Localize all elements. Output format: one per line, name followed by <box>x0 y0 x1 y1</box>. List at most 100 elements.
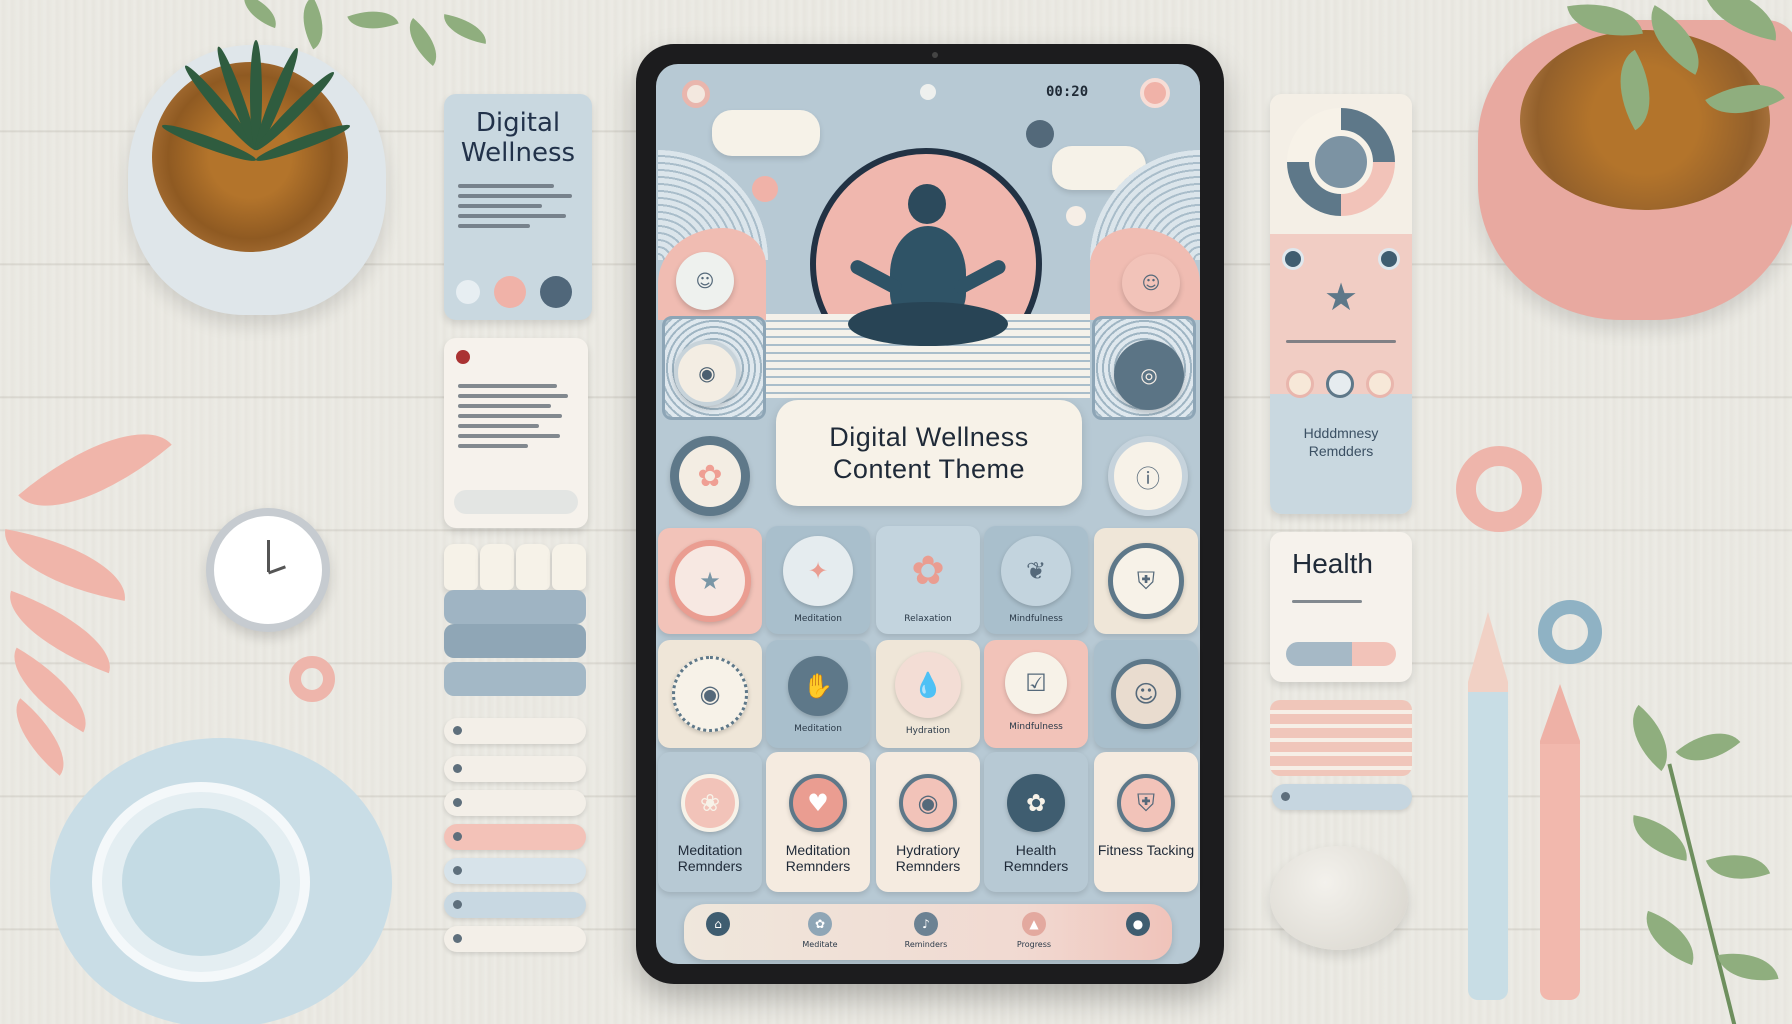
tile-label: Meditation <box>794 614 842 624</box>
right-list-pill[interactable] <box>1272 784 1412 810</box>
right-sprig <box>1600 700 1792 1024</box>
blue-pencil <box>1468 612 1508 1000</box>
list-pill-4[interactable] <box>444 824 586 850</box>
list-pill-3[interactable] <box>444 790 586 816</box>
shield-icon: ⛨ <box>1117 774 1175 832</box>
list-pill-2[interactable] <box>444 756 586 782</box>
status-left-icon <box>682 80 710 108</box>
nav-item-profile[interactable]: ● <box>1108 912 1168 940</box>
bell-icon: ♪ <box>914 912 938 936</box>
face-icon: ☺ <box>1111 659 1181 729</box>
meditation-figure <box>840 180 1016 350</box>
nav-item-progress[interactable]: ▲ Progress <box>1004 912 1064 949</box>
pink-pencil <box>1540 684 1580 1000</box>
nav-item-meditate[interactable]: ✿ Meditate <box>790 912 850 949</box>
hand-heart-icon: ♥ <box>789 774 847 832</box>
list-pill-7[interactable] <box>444 926 586 952</box>
tile-r1-3[interactable]: ✿ Relaxation <box>876 526 980 634</box>
flower-button[interactable]: ✿ <box>670 436 750 516</box>
reminder-mini-lines <box>1286 334 1396 349</box>
scene-badge-left[interactable]: ☺ <box>676 252 734 310</box>
lotus-icon: ✿ <box>808 912 832 936</box>
reminder-dot-1[interactable] <box>1286 370 1314 398</box>
pink-ring-large <box>1456 446 1542 532</box>
left-text-card <box>444 338 588 528</box>
reminder-dot-2[interactable] <box>1326 370 1354 398</box>
reminder-dot-3[interactable] <box>1366 370 1394 398</box>
list-pill-1[interactable] <box>444 718 586 744</box>
hero-title-card: Digital Wellness Content Theme <box>776 400 1082 506</box>
list-pill-5[interactable] <box>444 858 586 884</box>
tile-label: Mindfulness <box>1009 614 1063 624</box>
card-input-pill[interactable] <box>454 490 578 514</box>
wave-bar-1 <box>444 590 586 624</box>
pink-dot-button[interactable] <box>494 276 526 308</box>
star-icon: ★ <box>669 540 751 622</box>
tile-label: Meditation Remnders <box>677 842 743 874</box>
tile-r1-1[interactable]: ★ <box>658 528 762 634</box>
brand-title-line2: Wellness <box>460 138 576 168</box>
blue-ring <box>1538 600 1602 664</box>
tile-r3-4[interactable]: ✿ Health Remnders <box>984 752 1088 892</box>
chart-icon: ▲ <box>1022 912 1046 936</box>
pink-leaf-decor <box>0 398 172 800</box>
hero-title-line1: Digital Wellness <box>829 422 1029 452</box>
wave-bar-3 <box>444 662 586 696</box>
toggle-left-icon[interactable] <box>1282 248 1304 270</box>
tile-r2-5[interactable]: ☺ <box>1094 640 1198 748</box>
bottom-nav: ⌂ ✿ Meditate ♪ Reminders ▲ Progress ● <box>684 904 1172 960</box>
camera-button-left[interactable]: ◉ <box>674 340 740 406</box>
right-plant-leaves <box>1560 0 1792 160</box>
drop-icon: ◉ <box>899 774 957 832</box>
succulent-plant <box>159 40 353 190</box>
dial-icon[interactable] <box>1287 108 1395 216</box>
status-center-icon <box>920 84 936 100</box>
health-toggle-pill[interactable] <box>1286 642 1396 666</box>
swirl-icon[interactable] <box>456 280 480 304</box>
pink-ring-small <box>289 656 335 702</box>
tile-label: Meditation Remnders <box>785 842 851 874</box>
star-badge-icon: ★ <box>1323 275 1359 319</box>
tile-r1-2[interactable]: ✦ Meditation <box>766 526 870 634</box>
pebble <box>1270 846 1408 950</box>
star-icon: ✦ <box>783 536 853 606</box>
nav-label: Progress <box>1016 940 1052 949</box>
tile-r2-3[interactable]: 💧 Hydration <box>876 640 980 748</box>
stripe-stack <box>1270 700 1412 776</box>
tile-label: Fitness Tacking <box>1097 842 1195 858</box>
tile-r3-3[interactable]: ◉ Hydratiory Remnders <box>876 752 980 892</box>
list-pill-6[interactable] <box>444 892 586 918</box>
left-brand-card: Digital Wellness <box>444 94 592 320</box>
eye-icon[interactable] <box>540 276 572 308</box>
info-button[interactable]: ⓘ <box>1108 436 1188 516</box>
profile-icon: ● <box>1126 912 1150 936</box>
tile-label: Hydration <box>905 726 951 736</box>
tile-r3-5[interactable]: ⛨ Fitness Tacking <box>1094 752 1198 892</box>
scene-badge-right[interactable]: ☺ <box>1122 254 1180 312</box>
hand-icon: ✋ <box>788 656 848 716</box>
tile-r2-1[interactable]: ◉ <box>658 640 762 748</box>
checklist-icon: ☑ <box>1005 652 1067 714</box>
tile-r3-1[interactable]: ❀ Meditation Remnders <box>658 752 762 892</box>
wave-bar-2 <box>444 624 586 658</box>
nav-item-reminders[interactable]: ♪ Reminders <box>896 912 956 949</box>
flower-icon: ✿ <box>1007 774 1065 832</box>
cloud-left <box>712 110 820 156</box>
tile-r2-4[interactable]: ☑ Mindfulness <box>984 640 1088 748</box>
cloud-shapes <box>444 544 586 594</box>
nav-label: Reminders <box>904 940 948 949</box>
tile-r1-5[interactable]: ⛨ <box>1094 528 1198 634</box>
brand-title-line1: Digital <box>475 108 561 138</box>
tile-label: Relaxation <box>904 614 952 624</box>
tile-r2-2[interactable]: ✋ Meditation <box>766 640 870 748</box>
nav-item-home[interactable]: ⌂ <box>688 912 748 940</box>
camera-button-right[interactable]: ◎ <box>1114 340 1184 410</box>
sun-dots-icon: ◉ <box>672 656 748 732</box>
shield-icon: ⛨ <box>1108 543 1184 619</box>
scene-dot-1 <box>752 176 778 202</box>
tile-r3-2[interactable]: ♥ Meditation Remnders <box>766 752 870 892</box>
tile-r1-4[interactable]: ❦ Mindfulness <box>984 526 1088 634</box>
tile-label: Health Remnders <box>1003 842 1069 874</box>
toggle-right-icon[interactable] <box>1378 248 1400 270</box>
right-health-card: Health <box>1270 532 1412 682</box>
